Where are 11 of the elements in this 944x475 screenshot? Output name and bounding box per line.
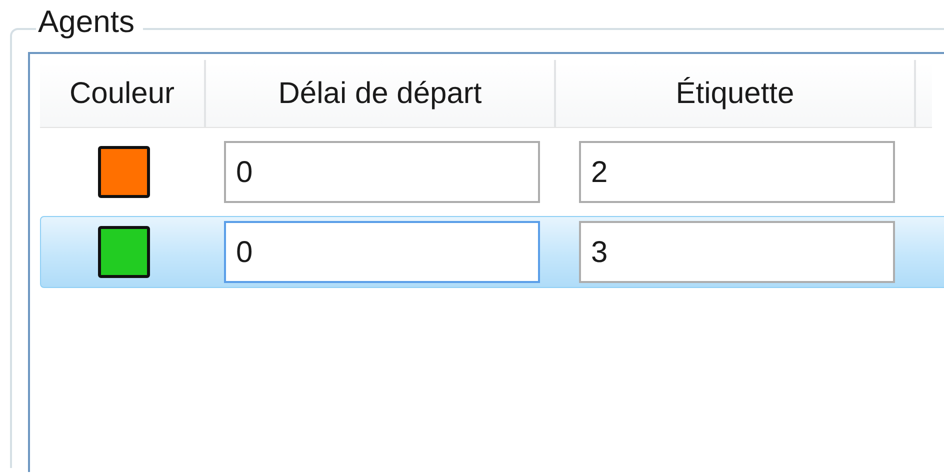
input-field[interactable]: 3 (579, 221, 895, 283)
column-header[interactable]: Étiquette (556, 60, 916, 127)
color-swatch[interactable] (98, 146, 150, 198)
input-field[interactable]: 0 (224, 141, 540, 203)
column-header[interactable]: Délai de départ (206, 60, 556, 127)
input-field[interactable]: 2 (579, 141, 895, 203)
table-row[interactable]: 0 2 (40, 136, 944, 208)
column-header[interactable]: Couleur (40, 60, 206, 127)
color-swatch[interactable] (98, 226, 150, 278)
selected-row[interactable]: 0 3 (40, 216, 944, 288)
input-field[interactable]: 0 (224, 221, 540, 283)
